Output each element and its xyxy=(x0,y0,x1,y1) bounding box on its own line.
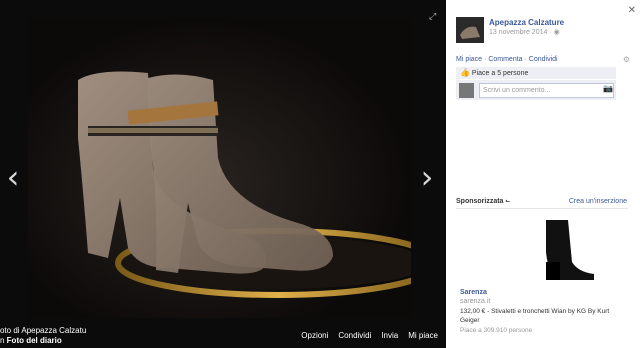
gear-icon[interactable]: ⚙ xyxy=(623,55,630,64)
post-links: Mi piace · Commenta · Condividi xyxy=(456,56,558,63)
like-button[interactable]: Mi piace xyxy=(408,331,438,340)
ad-description: 132,00 € - Stivaletti e tronchetti Wian … xyxy=(460,308,610,324)
sponsored-label: Sponsorizzata xyxy=(456,198,504,205)
post-date: 13 novembre 2014 · ◉ xyxy=(489,28,560,36)
ad-brand[interactable]: Sarenza xyxy=(460,289,487,296)
date-text: 13 novembre 2014 · xyxy=(489,29,554,36)
comment-box: Scrivi un commento... 📷 xyxy=(456,80,616,100)
photo-actions: Opzioni Condividi Invia Mi piace xyxy=(301,331,438,340)
comment-link[interactable]: Commenta xyxy=(488,56,522,63)
share-button[interactable]: Condividi xyxy=(338,331,371,340)
send-button[interactable]: Invia xyxy=(381,331,398,340)
page-avatar[interactable] xyxy=(456,17,484,43)
sidebar: ✕ Apepazza Calzature 13 novembre 2014 · … xyxy=(446,0,640,348)
sponsored-icon: ·̶ xyxy=(505,198,508,205)
camera-icon[interactable]: 📷 xyxy=(603,84,613,93)
ad-boot-image xyxy=(546,220,594,280)
thumbs-up-icon: 👍 xyxy=(460,68,470,77)
chevron-right-icon[interactable]: › xyxy=(417,160,437,194)
photo-viewer: ‹ › ⤢ oto di Apepazza Calzatu n Foto del… xyxy=(0,0,446,348)
ad-url[interactable]: sarenza.it xyxy=(460,298,490,305)
album-link[interactable]: Foto del diario xyxy=(7,336,62,345)
avatar-image xyxy=(460,26,480,39)
photo-caption: oto di Apepazza Calzatu n Foto del diari… xyxy=(0,326,86,346)
likes-bar[interactable]: 👍 Piace a 5 persone xyxy=(456,67,616,79)
options-button[interactable]: Opzioni xyxy=(301,331,328,340)
globe-icon: ◉ xyxy=(553,29,560,36)
likes-text[interactable]: Piace a 5 persone xyxy=(472,70,528,77)
chevron-left-icon[interactable]: ‹ xyxy=(3,160,23,194)
like-link[interactable]: Mi piace xyxy=(456,56,482,63)
comment-input[interactable]: Scrivi un commento... xyxy=(479,83,614,98)
caption-line2: n Foto del diario xyxy=(0,336,86,346)
caption-line1: oto di Apepazza Calzatu xyxy=(0,326,87,335)
sponsored-title: Sponsorizzata ·̶ xyxy=(456,198,508,205)
boot-photo[interactable] xyxy=(28,18,411,318)
close-icon[interactable]: ✕ xyxy=(628,5,636,16)
user-avatar xyxy=(459,83,474,98)
caption-prefix: n xyxy=(0,336,7,345)
ad-image[interactable] xyxy=(486,212,606,284)
ad-likes: Piace a 309.910 persone xyxy=(460,327,533,334)
share-link[interactable]: Condividi xyxy=(529,56,558,63)
divider xyxy=(456,208,628,209)
boot-image xyxy=(78,71,411,298)
expand-icon[interactable]: ⤢ xyxy=(429,11,436,22)
create-ad-link[interactable]: Crea un'inserzione xyxy=(569,198,627,205)
page-name-link[interactable]: Apepazza Calzature xyxy=(489,18,564,27)
